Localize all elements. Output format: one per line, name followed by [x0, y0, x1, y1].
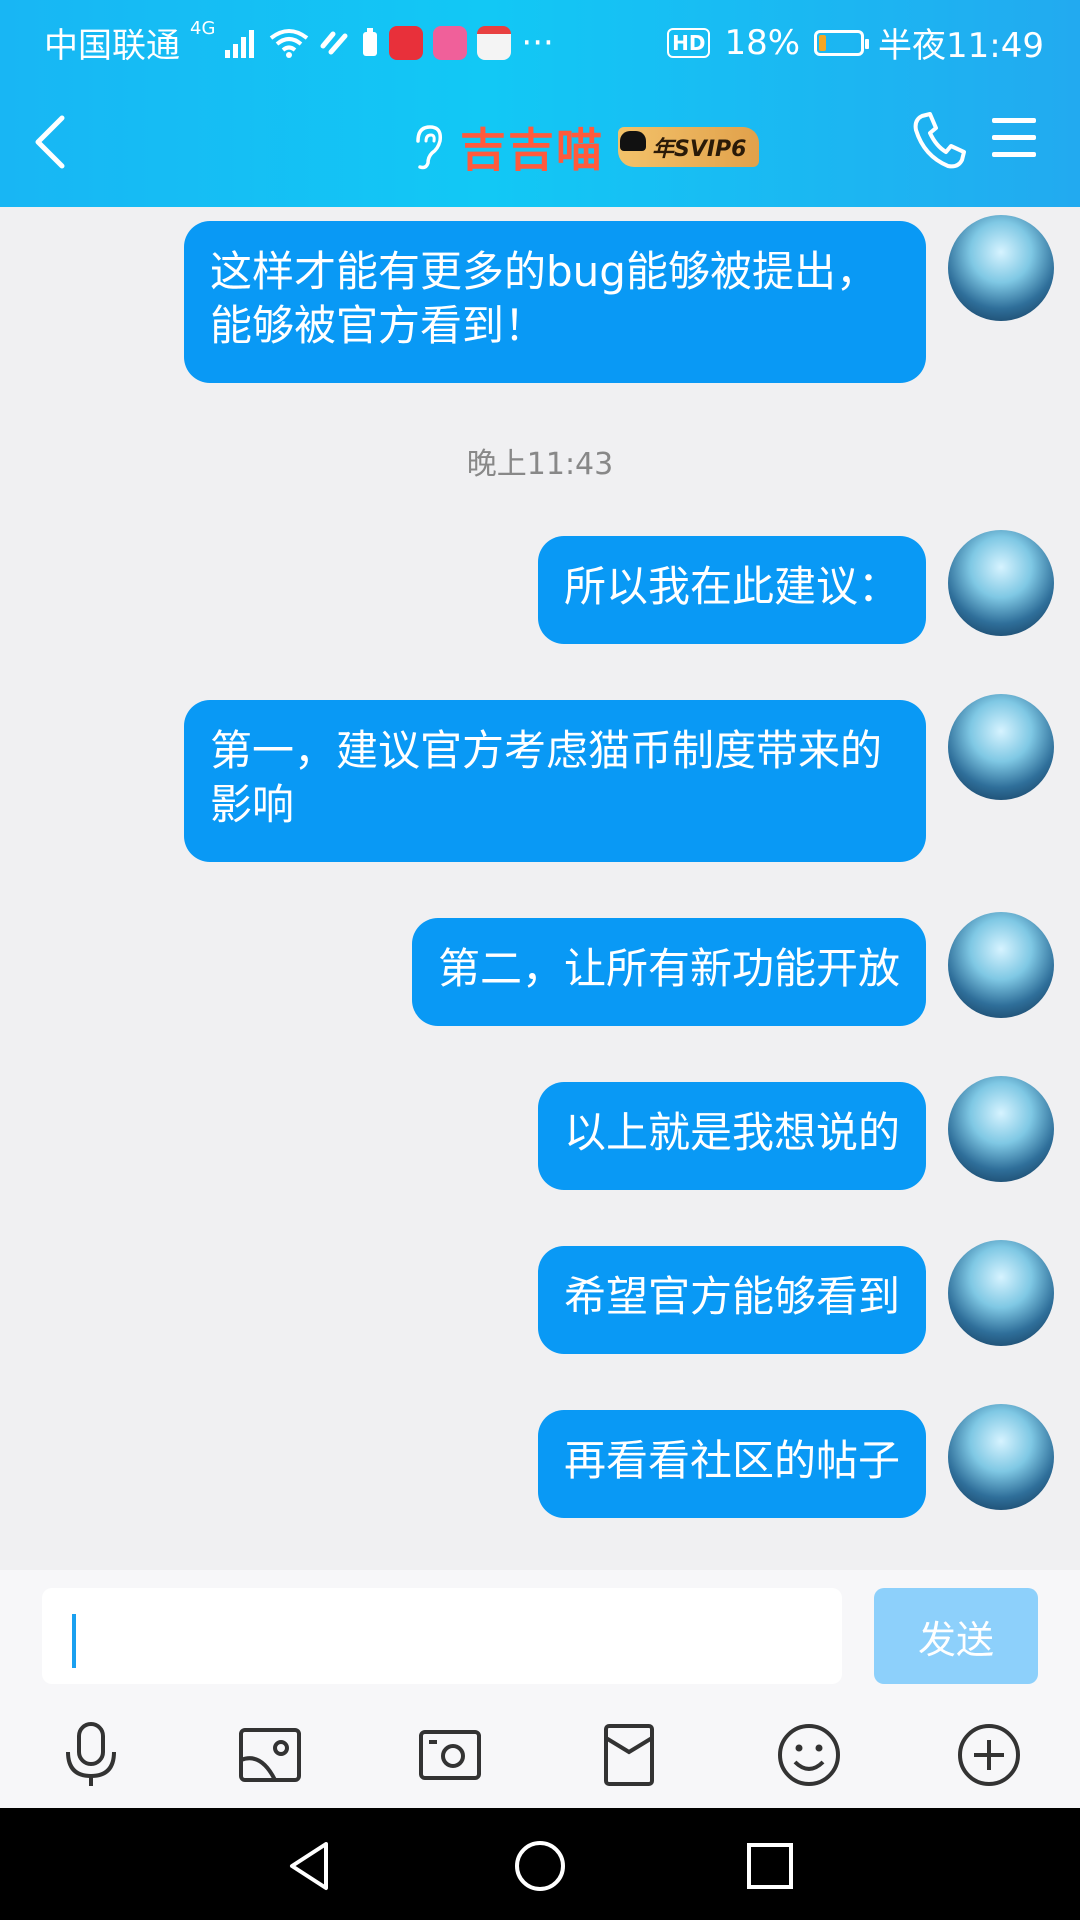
message-bubble[interactable]: 第一，建议官方考虑猫币制度带来的影响: [184, 700, 926, 862]
nav-bar: 吉吉喵 年SVIP6: [0, 76, 1080, 207]
hd-badge: HD: [667, 27, 711, 58]
avatar[interactable]: [948, 215, 1054, 321]
nav-home-icon[interactable]: [512, 1838, 568, 1894]
battery-icon: [814, 29, 870, 56]
battery-percent: 18%: [724, 22, 801, 63]
microphone-icon[interactable]: [56, 1720, 126, 1790]
vip-badge-label: 年SVIP6: [652, 137, 747, 162]
system-nav-bar: [0, 1808, 1080, 1920]
battery-level: [819, 34, 827, 51]
ear-icon: [416, 125, 443, 170]
avatar[interactable]: [948, 912, 1054, 1018]
title-group[interactable]: 吉吉喵 年SVIP6: [410, 114, 759, 180]
cat-icon: [620, 131, 646, 151]
message-text: 再看看社区的帖子: [563, 1436, 900, 1485]
avatar[interactable]: [948, 1240, 1054, 1346]
avatar[interactable]: [948, 530, 1054, 636]
message-input[interactable]: [42, 1588, 842, 1684]
send-button[interactable]: 发送: [874, 1588, 1038, 1684]
more-notifications: ···: [521, 22, 554, 63]
back-icon[interactable]: [30, 112, 70, 172]
status-bar: 中国联通 4G ··· HD 18% 半夜11:49: [0, 0, 1080, 76]
wifi-icon: [270, 28, 309, 58]
image-icon[interactable]: [235, 1720, 305, 1790]
avatar[interactable]: [948, 1076, 1054, 1182]
message-text: 所以我在此建议：: [563, 562, 900, 611]
message-text: 以上就是我想说的: [563, 1108, 900, 1157]
clock: 半夜11:49: [878, 26, 1044, 66]
battery-saver-icon: [363, 27, 378, 56]
message-text: 希望官方能够看到: [563, 1272, 900, 1321]
message-bubble[interactable]: 所以我在此建议：: [537, 536, 926, 644]
message-timestamp: 晚上11:43: [466, 447, 614, 482]
message-bubble[interactable]: 希望官方能够看到: [537, 1246, 926, 1354]
link-icon: [320, 31, 348, 54]
nav-recents-icon[interactable]: [742, 1838, 798, 1894]
emoji-icon[interactable]: [774, 1720, 844, 1790]
chat-header: 中国联通 4G ··· HD 18% 半夜11:49 吉吉喵 年SVIP6: [0, 0, 1080, 207]
signal-icon: [225, 29, 255, 58]
camera-icon[interactable]: [415, 1720, 485, 1790]
red-packet-icon[interactable]: [594, 1720, 664, 1790]
message-text: 第二，让所有新功能开放: [437, 944, 900, 993]
message-bubble[interactable]: 第二，让所有新功能开放: [411, 918, 926, 1026]
message-text: 这样才能有更多的bug能够被提出，能够被官方看到！: [210, 247, 878, 350]
message-list[interactable]: 这样才能有更多的bug能够被提出，能够被官方看到！ 晚上11:43 所以我在此建…: [0, 207, 1080, 1570]
phone-icon[interactable]: [910, 110, 966, 170]
network-type: 4G: [190, 18, 216, 39]
message-bubble[interactable]: 这样才能有更多的bug能够被提出，能够被官方看到！: [184, 221, 926, 383]
chat-toolbar: [0, 1720, 1080, 1800]
message-text: 第一，建议官方考虑猫币制度带来的影响: [210, 726, 883, 829]
notification-app-icon: [477, 25, 512, 60]
nav-back-icon[interactable]: [282, 1838, 338, 1894]
message-bubble[interactable]: 以上就是我想说的: [537, 1082, 926, 1190]
xiaohongshu-app-icon: [389, 25, 424, 60]
text-caret: [72, 1614, 76, 1668]
input-bar: 发送: [0, 1570, 1080, 1808]
avatar[interactable]: [948, 1404, 1054, 1510]
message-bubble[interactable]: 再看看社区的帖子: [537, 1410, 926, 1518]
contact-name: 吉吉喵: [460, 123, 604, 177]
vip-badge: 年SVIP6: [618, 127, 759, 167]
carrier-label: 中国联通: [44, 26, 180, 66]
bilibili-app-icon: [433, 25, 468, 60]
menu-icon[interactable]: [990, 116, 1038, 160]
plus-icon[interactable]: [954, 1720, 1024, 1790]
avatar[interactable]: [948, 694, 1054, 800]
